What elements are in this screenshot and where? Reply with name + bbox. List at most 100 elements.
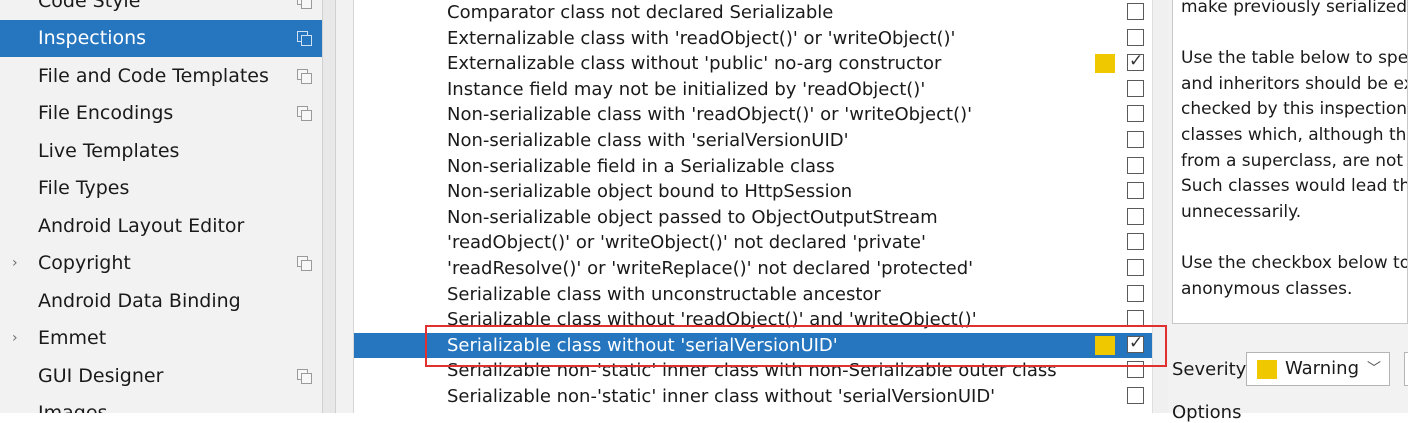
sidebar-item-label: GUI Designer (38, 365, 163, 387)
inspection-checkbox[interactable] (1127, 54, 1144, 71)
sidebar-item-label: Android Layout Editor (38, 215, 244, 237)
description-line: checked by this inspection (1181, 99, 1407, 119)
inspection-label: Serializable non-'static' inner class wi… (447, 358, 1057, 383)
sidebar-item[interactable]: File Types (0, 170, 322, 207)
sidebar-item[interactable]: Live Templates (0, 132, 322, 169)
inspection-label: Non-serializable object bound to HttpSes… (447, 179, 852, 204)
inspection-label: Externalizable class with 'readObject()'… (447, 26, 955, 51)
inspection-row[interactable]: Serializable class without 'serialVersio… (354, 333, 1152, 358)
sidebar-item[interactable]: File and Code Templates (0, 57, 322, 94)
inspection-label: Serializable class with unconstructable … (447, 282, 881, 307)
inspections-list: Comparator class not declared Serializab… (354, 0, 1152, 413)
inspection-label: Non-serializable class with 'readObject(… (447, 102, 972, 127)
inspection-checkbox[interactable] (1127, 208, 1144, 225)
inspections-scrollbar[interactable] (1152, 0, 1168, 413)
inspection-checkbox[interactable] (1127, 336, 1144, 353)
sidebar-item[interactable]: Inspections (0, 20, 322, 57)
chevron-down-icon: ﹀ (1367, 353, 1381, 385)
inspection-checkbox[interactable] (1127, 361, 1144, 378)
sidebar-item-label: File Types (38, 177, 129, 199)
description-line: anonymous classes. (1181, 279, 1352, 299)
severity-label: Severity: (1172, 356, 1251, 384)
sidebar-item[interactable]: Android Layout Editor (0, 207, 322, 244)
inspection-row[interactable]: 'readObject()' or 'writeObject()' not de… (354, 230, 1152, 255)
severity-swatch (1095, 54, 1115, 73)
sidebar-item-label: Inspections (38, 27, 146, 49)
inspection-row[interactable]: Externalizable class with 'readObject()'… (354, 26, 1152, 51)
inspection-label: Serializable class without 'readObject()… (447, 307, 977, 332)
inspection-checkbox[interactable] (1127, 285, 1144, 302)
inspection-row[interactable]: Comparator class not declared Serializab… (354, 0, 1152, 25)
inspection-label: Serializable non-'static' inner class wi… (447, 384, 995, 409)
chevron-right-icon[interactable]: › (12, 255, 18, 271)
sidebar-item-label: Android Data Binding (38, 290, 241, 312)
inspection-row[interactable]: 'readResolve()' or 'writeReplace()' not … (354, 256, 1152, 281)
sidebar-item[interactable]: › Emmet (0, 320, 322, 357)
sidebar-item-label: File and Code Templates (38, 65, 269, 87)
inspection-row[interactable]: Non-serializable field in a Serializable… (354, 154, 1152, 179)
inspection-checkbox[interactable] (1127, 29, 1144, 46)
sidebar-item-label: Live Templates (38, 140, 179, 162)
description-line: make previously serialized (1181, 0, 1407, 17)
sidebar-item[interactable]: › Copyright (0, 245, 322, 282)
inspection-checkbox[interactable] (1127, 387, 1144, 404)
description-line: Use the table below to spe (1181, 48, 1408, 68)
description-panel: make previously serialized Use the table … (1168, 0, 1408, 413)
inspection-label: Non-serializable class with 'serialVersi… (447, 128, 849, 153)
inspection-checkbox[interactable] (1127, 182, 1144, 199)
sidebar-splitter[interactable] (322, 0, 336, 413)
sidebar-item-label: Copyright (38, 252, 131, 274)
inspection-checkbox[interactable] (1127, 259, 1144, 276)
inspection-label: Serializable class without 'serialVersio… (447, 333, 838, 358)
inspection-row[interactable]: Serializable class without 'readObject()… (354, 307, 1152, 332)
inspection-checkbox[interactable] (1127, 157, 1144, 174)
inspection-row[interactable]: Non-serializable class with 'serialVersi… (354, 128, 1152, 153)
copy-settings-icon (297, 256, 311, 270)
sidebar-item[interactable]: GUI Designer (0, 357, 322, 394)
inspection-row[interactable]: Non-serializable object bound to HttpSes… (354, 179, 1152, 204)
inspection-row[interactable]: Non-serializable object passed to Object… (354, 205, 1152, 230)
copy-settings-icon (297, 69, 311, 83)
description-text: make previously serialized Use the table … (1172, 0, 1408, 324)
sidebar-item-label: Emmet (38, 327, 106, 349)
inspection-checkbox[interactable] (1127, 233, 1144, 250)
inspection-checkbox[interactable] (1127, 105, 1144, 122)
inspection-label: Instance field may not be initialized by… (447, 77, 925, 102)
inspection-checkbox[interactable] (1127, 131, 1144, 148)
inspection-label: Externalizable class without 'public' no… (447, 51, 941, 76)
inspection-row[interactable]: Serializable class with unconstructable … (354, 282, 1152, 307)
severity-value: Warning (1285, 353, 1359, 385)
severity-swatch (1095, 336, 1115, 355)
inspection-checkbox[interactable] (1127, 3, 1144, 20)
inspection-label: Comparator class not declared Serializab… (447, 0, 833, 25)
copy-settings-icon (297, 106, 311, 120)
inspection-row[interactable]: Non-serializable class with 'readObject(… (354, 102, 1152, 127)
description-line: classes which, although the (1181, 125, 1408, 145)
sidebar-item[interactable]: Images (0, 395, 322, 414)
inspection-label: Non-serializable field in a Serializable… (447, 154, 835, 179)
inspection-checkbox[interactable] (1127, 310, 1144, 327)
copy-settings-icon (297, 31, 311, 45)
sidebar-item-label: Images (38, 402, 107, 413)
inspection-row[interactable]: Serializable non-'static' inner class wi… (354, 358, 1152, 383)
severity-color-swatch (1257, 360, 1277, 379)
sidebar-item-label: Code Style (38, 0, 140, 12)
sidebar-item[interactable]: Android Data Binding (0, 282, 322, 319)
description-line: Such classes would lead th (1181, 176, 1408, 196)
description-line: and inheritors should be ex (1181, 74, 1408, 94)
inspection-row[interactable]: Externalizable class without 'public' no… (354, 51, 1152, 76)
sidebar-item[interactable]: File Encodings (0, 95, 322, 132)
scope-button[interactable] (1404, 352, 1408, 386)
list-gutter (336, 0, 354, 413)
inspection-checkbox[interactable] (1127, 80, 1144, 97)
inspection-row[interactable]: Serializable non-'static' inner class wi… (354, 384, 1152, 409)
description-line: Use the checkbox below to (1181, 253, 1408, 273)
sidebar-item[interactable]: Code Style (0, 0, 322, 19)
severity-dropdown[interactable]: Warning ﹀ (1246, 352, 1390, 386)
chevron-right-icon[interactable]: › (12, 330, 18, 346)
inspection-label: 'readObject()' or 'writeObject()' not de… (447, 230, 926, 255)
inspection-row[interactable] (354, 410, 1152, 413)
inspection-label: 'readResolve()' or 'writeReplace()' not … (447, 256, 973, 281)
copy-settings-icon (297, 0, 311, 8)
inspection-row[interactable]: Instance field may not be initialized by… (354, 77, 1152, 102)
